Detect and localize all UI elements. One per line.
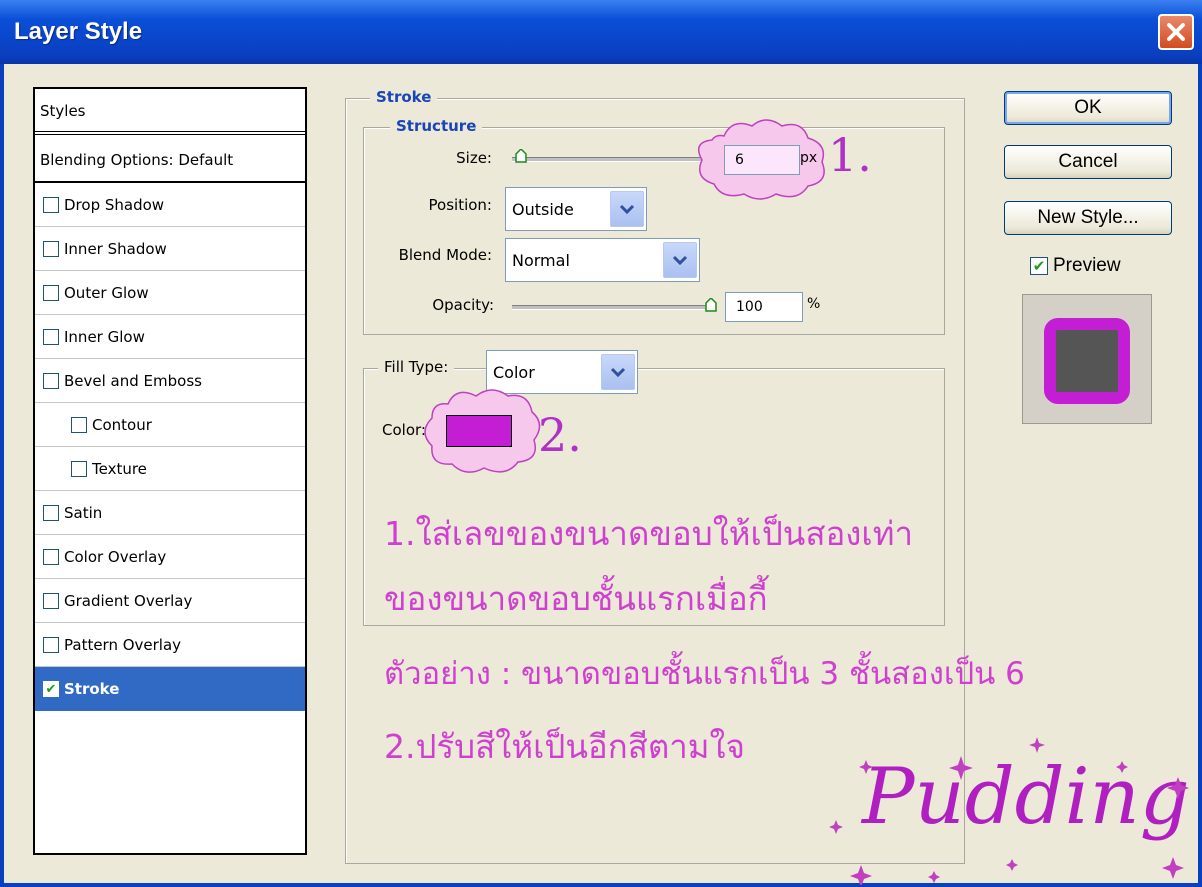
- chevron-down-icon[interactable]: [601, 354, 635, 390]
- styles-header[interactable]: Styles: [35, 89, 305, 133]
- opacity-slider-track[interactable]: [512, 305, 712, 310]
- blend-mode-select[interactable]: Normal: [505, 238, 700, 282]
- sidebar-item-inner-glow[interactable]: Inner Glow: [35, 315, 305, 359]
- size-unit: px: [800, 150, 818, 166]
- size-label: Size:: [456, 149, 492, 167]
- sidebar-item-label: Stroke: [64, 680, 120, 698]
- color-label: Color:: [382, 421, 426, 439]
- checkbox[interactable]: [43, 328, 59, 345]
- checkbox[interactable]: [43, 372, 59, 389]
- checkbox[interactable]: [43, 548, 59, 565]
- checkbox-checked[interactable]: ✔: [43, 681, 59, 697]
- checkbox[interactable]: [43, 504, 59, 521]
- sidebar-item-bevel-emboss[interactable]: Bevel and Emboss: [35, 359, 305, 403]
- style-preview: [1022, 294, 1152, 424]
- checkbox[interactable]: [43, 592, 59, 609]
- checkbox[interactable]: [71, 416, 87, 433]
- sidebar-item-label: Outer Glow: [64, 283, 149, 302]
- opacity-input[interactable]: 100: [725, 292, 803, 322]
- fill-type-label: Fill Type:: [378, 358, 455, 376]
- checkbox[interactable]: [71, 460, 87, 477]
- chevron-down-icon[interactable]: [663, 242, 697, 278]
- sidebar-item-label: Satin: [64, 503, 103, 522]
- opacity-slider-thumb[interactable]: [705, 298, 717, 312]
- sidebar-item-gradient-overlay[interactable]: Gradient Overlay: [35, 579, 305, 623]
- sidebar-item-outer-glow[interactable]: Outer Glow: [35, 271, 305, 315]
- checkbox[interactable]: [43, 636, 59, 653]
- size-slider-track[interactable]: [512, 157, 712, 162]
- sidebar-item-label: Inner Shadow: [64, 239, 167, 258]
- chevron-down-icon[interactable]: [610, 191, 644, 227]
- structure-legend: Structure: [390, 117, 483, 135]
- annotation-line-2: ของขนาดขอบชั้นแรกเมื่อกี้: [384, 579, 768, 618]
- cancel-button[interactable]: Cancel: [1004, 145, 1172, 179]
- stroke-legend: Stroke: [370, 88, 438, 106]
- preview-checkbox[interactable]: ✔: [1030, 257, 1048, 275]
- window-title: Layer Style: [14, 18, 143, 45]
- checkbox[interactable]: [43, 240, 59, 257]
- sidebar-item-label: Color Overlay: [64, 547, 167, 566]
- sidebar-item-stroke[interactable]: ✔ Stroke: [35, 667, 305, 711]
- annotation-mark-1: 1.: [828, 128, 872, 182]
- sidebar-item-inner-shadow[interactable]: Inner Shadow: [35, 227, 305, 271]
- blending-options[interactable]: Blending Options: Default: [35, 139, 305, 183]
- checkbox[interactable]: [43, 196, 59, 213]
- size-input[interactable]: 6: [724, 145, 800, 175]
- stroke-color-swatch[interactable]: [446, 415, 512, 447]
- size-slider-thumb[interactable]: [515, 149, 527, 163]
- preview-swatch: [1044, 318, 1130, 404]
- ok-button[interactable]: OK: [1004, 91, 1172, 125]
- sidebar-item-contour[interactable]: Contour: [35, 403, 305, 447]
- sidebar-item-label: Contour: [92, 415, 152, 434]
- sidebar-item-label: Drop Shadow: [64, 195, 165, 214]
- blend-mode-select-value: Normal: [512, 250, 570, 270]
- position-label: Position:: [428, 196, 492, 214]
- annotation-line-1: 1.ใส่เลขของขนาดขอบให้เป็นสองเท่า: [384, 514, 913, 553]
- preview-label: Preview: [1053, 255, 1121, 276]
- sidebar-item-label: Pattern Overlay: [64, 635, 182, 654]
- fill-type-select-value: Color: [493, 362, 535, 382]
- sidebar-item-label: Texture: [92, 459, 147, 478]
- checkbox[interactable]: [43, 284, 59, 301]
- new-style-button[interactable]: New Style...: [1004, 201, 1172, 235]
- sidebar-item-pattern-overlay[interactable]: Pattern Overlay: [35, 623, 305, 667]
- preview-toggle[interactable]: ✔ Preview: [1030, 255, 1121, 277]
- divider: [35, 131, 305, 135]
- sidebar-item-drop-shadow[interactable]: Drop Shadow: [35, 183, 305, 227]
- sidebar-item-label: Inner Glow: [64, 327, 145, 346]
- opacity-unit: %: [807, 296, 821, 312]
- position-select-value: Outside: [512, 199, 574, 219]
- styles-header-label: Styles: [40, 102, 86, 120]
- blend-mode-label: Blend Mode:: [398, 246, 492, 264]
- position-select[interactable]: Outside: [505, 187, 647, 231]
- sidebar-item-color-overlay[interactable]: Color Overlay: [35, 535, 305, 579]
- close-icon[interactable]: [1158, 14, 1194, 50]
- annotation-line-3: ตัวอย่าง : ขนาดขอบชั้นแรกเป็น 3 ชั้นสองเ…: [384, 656, 1025, 692]
- annotation-mark-2: 2.: [538, 408, 582, 462]
- blending-options-label: Blending Options: Default: [40, 151, 234, 169]
- title-bar[interactable]: Layer Style: [0, 0, 1202, 64]
- opacity-label: Opacity:: [432, 296, 494, 314]
- styles-list: Styles Blending Options: Default Drop Sh…: [33, 87, 307, 855]
- sidebar-item-texture[interactable]: Texture: [35, 447, 305, 491]
- sidebar-item-label: Gradient Overlay: [64, 591, 193, 610]
- sidebar-item-label: Bevel and Emboss: [64, 371, 202, 390]
- annotation-line-4: 2.ปรับสีให้เป็นอีกสีตามใจ: [384, 727, 746, 766]
- sparkle-icon: [829, 737, 1189, 885]
- sidebar-item-satin[interactable]: Satin: [35, 491, 305, 535]
